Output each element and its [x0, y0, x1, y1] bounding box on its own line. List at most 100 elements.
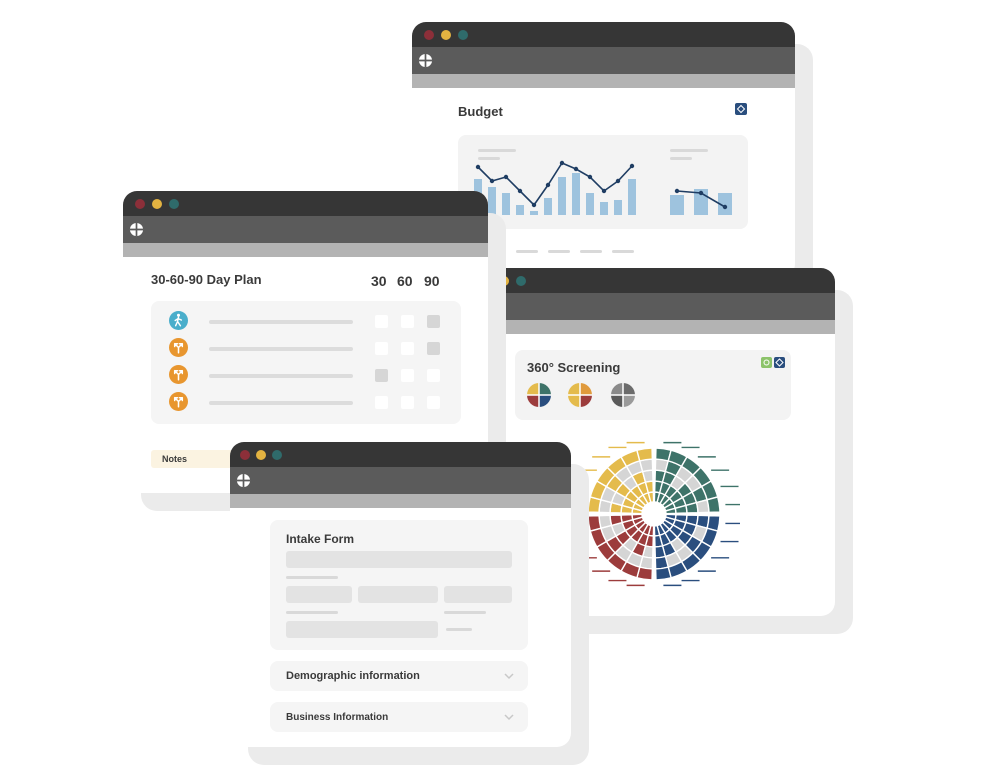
chart-point — [615, 178, 621, 184]
address-bar — [230, 494, 571, 508]
checkbox-30[interactable] — [375, 396, 388, 409]
quadrant-badge-color[interactable] — [526, 382, 552, 408]
chart-bar — [586, 193, 594, 215]
chart-point — [573, 166, 579, 172]
close-dot[interactable] — [240, 450, 250, 460]
checkbox-90[interactable] — [427, 369, 440, 382]
text-input[interactable] — [444, 586, 512, 603]
chart-bar — [670, 195, 684, 215]
task-text-line — [209, 401, 353, 405]
maximize-dot[interactable] — [458, 30, 468, 40]
chart-bar — [516, 205, 524, 215]
chart-point — [503, 174, 509, 180]
settings-icon[interactable] — [774, 357, 785, 368]
crosshair-icon[interactable] — [236, 473, 251, 488]
walking-person-icon — [169, 311, 188, 330]
chart-point — [587, 174, 593, 180]
chart-point — [475, 164, 481, 170]
screening-panel: 360° Screening — [515, 350, 791, 420]
pagination-dash — [612, 250, 634, 253]
field-label-line — [444, 611, 486, 614]
pagination-dash — [548, 250, 570, 253]
quadrant-badge-grey[interactable] — [610, 382, 636, 408]
checkbox-30[interactable] — [375, 315, 388, 328]
quadrant-badge-warm[interactable] — [567, 382, 593, 408]
budget-chart-panel — [458, 135, 748, 229]
address-bar — [123, 243, 488, 257]
radial-segment — [636, 447, 654, 462]
checkbox-60[interactable] — [401, 342, 414, 355]
chart-bar — [572, 173, 580, 215]
chart-point — [517, 188, 523, 194]
intake-window: Intake Form Demographic information Busi… — [230, 442, 589, 765]
plan-title: 30-60-90 Day Plan — [151, 272, 262, 287]
budget-title: Budget — [458, 104, 503, 119]
plan-row — [151, 311, 461, 331]
field-label-line — [446, 628, 472, 631]
minimize-dot[interactable] — [441, 30, 451, 40]
branch-icon — [169, 392, 188, 411]
toolbar — [487, 293, 835, 320]
section-business[interactable]: Business Information — [270, 702, 528, 732]
settings-icon[interactable] — [735, 103, 747, 115]
maximize-dot[interactable] — [169, 199, 179, 209]
maximize-dot[interactable] — [272, 450, 282, 460]
field-label-line — [286, 611, 338, 614]
checkbox-30[interactable] — [375, 342, 388, 355]
task-text-line — [209, 374, 353, 378]
checkbox-60[interactable] — [401, 396, 414, 409]
chart-point — [545, 182, 551, 188]
field-label-line — [286, 576, 338, 579]
checkbox-90[interactable] — [427, 342, 440, 355]
notes-label: Notes — [162, 454, 188, 464]
section-label: Business Information — [286, 712, 389, 723]
chart-point — [601, 188, 607, 194]
toolbar — [412, 47, 795, 74]
chart-bar — [530, 211, 538, 215]
screening-title: 360° Screening — [527, 360, 621, 375]
chart-point — [489, 178, 495, 184]
crosshair-icon[interactable] — [418, 53, 433, 68]
checkbox-60[interactable] — [401, 315, 414, 328]
column-header-60: 60 — [397, 273, 413, 289]
chart-point — [629, 163, 635, 169]
pagination-dash — [580, 250, 602, 253]
title-bar — [412, 22, 795, 47]
text-input[interactable] — [286, 586, 352, 603]
text-input[interactable] — [286, 551, 512, 568]
checkbox-90[interactable] — [427, 396, 440, 409]
crosshair-icon[interactable] — [129, 222, 144, 237]
checkbox-30[interactable] — [375, 369, 388, 382]
task-text-line — [209, 320, 353, 324]
task-text-line — [209, 347, 353, 351]
plan-task-panel — [151, 301, 461, 424]
column-header-90: 90 — [424, 273, 440, 289]
chevron-down-icon[interactable] — [504, 714, 514, 721]
text-input[interactable] — [358, 586, 438, 603]
intake-title: Intake Form — [286, 532, 355, 546]
radial-segment — [654, 566, 672, 581]
address-bar — [487, 320, 835, 334]
radial-segment — [587, 514, 602, 532]
intake-form-panel: Intake Form — [270, 520, 528, 650]
chevron-down-icon[interactable] — [504, 673, 514, 680]
address-bar — [412, 74, 795, 88]
maximize-dot[interactable] — [516, 276, 526, 286]
text-input[interactable] — [286, 621, 438, 638]
section-demographic[interactable]: Demographic information — [270, 661, 528, 691]
chart-bar — [614, 200, 622, 215]
chart-bar — [502, 193, 510, 215]
minimize-dot[interactable] — [256, 450, 266, 460]
branch-icon — [169, 365, 188, 384]
close-dot[interactable] — [424, 30, 434, 40]
checkbox-90[interactable] — [427, 315, 440, 328]
chart-line — [477, 161, 633, 207]
chart-bar — [558, 177, 566, 215]
pagination-dash — [516, 250, 538, 253]
minimize-dot[interactable] — [152, 199, 162, 209]
radial-screening-chart — [568, 441, 740, 587]
close-dot[interactable] — [135, 199, 145, 209]
eye-icon[interactable] — [761, 357, 772, 368]
chart-bar — [628, 179, 636, 215]
checkbox-60[interactable] — [401, 369, 414, 382]
